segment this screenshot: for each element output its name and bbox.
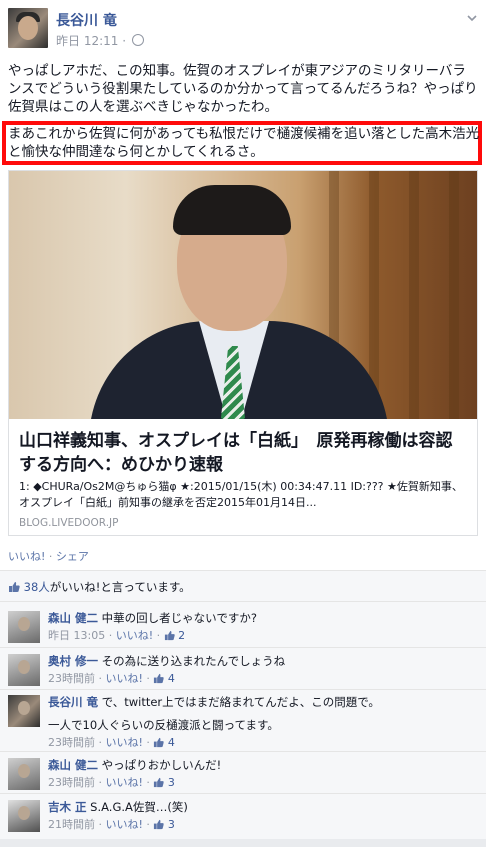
comment-text: S.A.G.A佐賀…(笑) — [90, 800, 188, 814]
thumbs-up-icon — [9, 582, 20, 592]
comments-section: 38人がいいね!と言っています。 森山 健二 中華の回し者じゃないですか? 昨日… — [0, 570, 486, 847]
comment-text: で、twitter上ではまだ絡まれてんだよ、この問題で。 — [101, 695, 380, 709]
like-link[interactable]: いいね! — [8, 550, 45, 563]
author-name[interactable]: 長谷川 竜 — [56, 10, 117, 30]
link-title[interactable]: 山口祥義知事、オスプレイは「白紙」 原発再稼働は容認する方向へ：めひかり速報 — [19, 429, 469, 477]
commenter-avatar[interactable] — [8, 800, 40, 832]
post-timestamp[interactable]: 昨日 12:11 — [56, 34, 118, 48]
thumbs-up-icon — [154, 673, 165, 684]
comment-like-count[interactable]: 3 — [168, 776, 175, 789]
likes-summary: 38人がいいね!と言っています。 — [8, 579, 191, 595]
thumbs-up-icon — [154, 819, 165, 830]
comment-meta: 21時間前 · いいね! · 3 — [48, 818, 175, 831]
comment-like-link[interactable]: いいね! — [106, 672, 143, 685]
comment-like-count[interactable]: 4 — [168, 736, 175, 749]
thumbs-up-icon — [154, 737, 165, 748]
comment-time[interactable]: 昨日 13:05 — [48, 629, 105, 642]
divider — [0, 601, 486, 602]
commenter-avatar[interactable] — [8, 611, 40, 643]
comment-meta: 昨日 13:05 · いいね! · 2 — [48, 629, 186, 642]
commenter-name[interactable]: 奥村 修一 — [48, 654, 98, 668]
comment-meta: 23時間前 · いいね! · 4 — [48, 672, 175, 685]
chevron-down-icon[interactable] — [466, 12, 478, 24]
comment-text: やっぱりおかしいんだ! — [101, 758, 222, 772]
comment-text-line-2: 一人で10人ぐらいの反樋渡派と闘ってます。 — [48, 718, 279, 732]
thumbs-up-icon — [164, 630, 175, 641]
commenter-avatar[interactable] — [8, 654, 40, 686]
post-text: やっぱしアホだ、この知事。佐賀のオスプレイが東アジアのミリタリーバランスでどうい… — [8, 62, 478, 116]
divider — [0, 647, 486, 648]
post-actions: いいね! · シェア — [8, 548, 89, 564]
post-text-paragraph-1: やっぱしアホだ、この知事。佐賀のオスプレイが東アジアのミリタリーバランスでどうい… — [8, 63, 478, 115]
commenter-name[interactable]: 長谷川 竜 — [48, 695, 98, 709]
comment-like-link[interactable]: いいね! — [106, 776, 143, 789]
comment-like-link[interactable]: いいね! — [116, 629, 153, 642]
link-preview[interactable]: 山口祥義知事、オスプレイは「白紙」 原発再稼働は容認する方向へ：めひかり速報 1… — [8, 170, 478, 536]
comment-like-count[interactable]: 2 — [178, 629, 185, 642]
comment-text: その為に送り込まれたんでしょうね — [101, 654, 286, 668]
divider — [0, 689, 486, 690]
share-link[interactable]: シェア — [56, 550, 89, 563]
link-photo[interactable] — [9, 171, 477, 419]
comment-time[interactable]: 23時間前 — [48, 672, 95, 685]
globe-icon[interactable] — [131, 34, 144, 46]
post-meta: 昨日 12:11 · — [56, 32, 144, 49]
commenter-name[interactable]: 森山 健二 — [48, 611, 98, 625]
likes-count[interactable]: 38人 — [24, 580, 50, 594]
post-text-paragraph-2: まあこれから佐賀に何があっても私恨だけで樋渡候補を追い落とした高木浩光と愉快な仲… — [8, 126, 480, 160]
link-domain: BLOG.LIVEDOOR.JP — [19, 517, 119, 529]
post-header: 長谷川 竜 昨日 12:11 · — [8, 8, 478, 52]
commenter-name[interactable]: 森山 健二 — [48, 758, 98, 772]
thumbs-up-icon — [154, 777, 165, 788]
comment-time[interactable]: 23時間前 — [48, 736, 95, 749]
comment-time[interactable]: 23時間前 — [48, 776, 95, 789]
commenter-avatar[interactable] — [8, 758, 40, 790]
comment-time[interactable]: 21時間前 — [48, 818, 95, 831]
comment-meta: 23時間前 · いいね! · 3 — [48, 776, 175, 789]
divider — [0, 751, 486, 752]
comment-text: 中華の回し者じゃないですか? — [101, 611, 257, 625]
author-avatar[interactable] — [8, 8, 48, 48]
likes-suffix: がいいね!と言っています。 — [49, 580, 191, 594]
comment-like-count[interactable]: 3 — [168, 818, 175, 831]
commenter-name[interactable]: 吉木 正 — [48, 800, 87, 814]
post-card: 長谷川 竜 昨日 12:11 · やっぱしアホだ、この知事。佐賀のオスプレイが東… — [0, 0, 486, 847]
link-description: 1: ◆CHURa/Os2M@ちゅら猫φ ★:2015/01/15(木) 00:… — [19, 480, 463, 509]
commenter-avatar[interactable] — [8, 695, 40, 727]
action-separator: · — [48, 550, 53, 563]
divider — [0, 793, 486, 794]
meta-separator: · — [122, 34, 127, 48]
comment-like-count[interactable]: 4 — [168, 672, 175, 685]
comment-like-link[interactable]: いいね! — [106, 736, 143, 749]
comment-meta: 23時間前 · いいね! · 4 — [48, 736, 175, 749]
comment-like-link[interactable]: いいね! — [106, 818, 143, 831]
